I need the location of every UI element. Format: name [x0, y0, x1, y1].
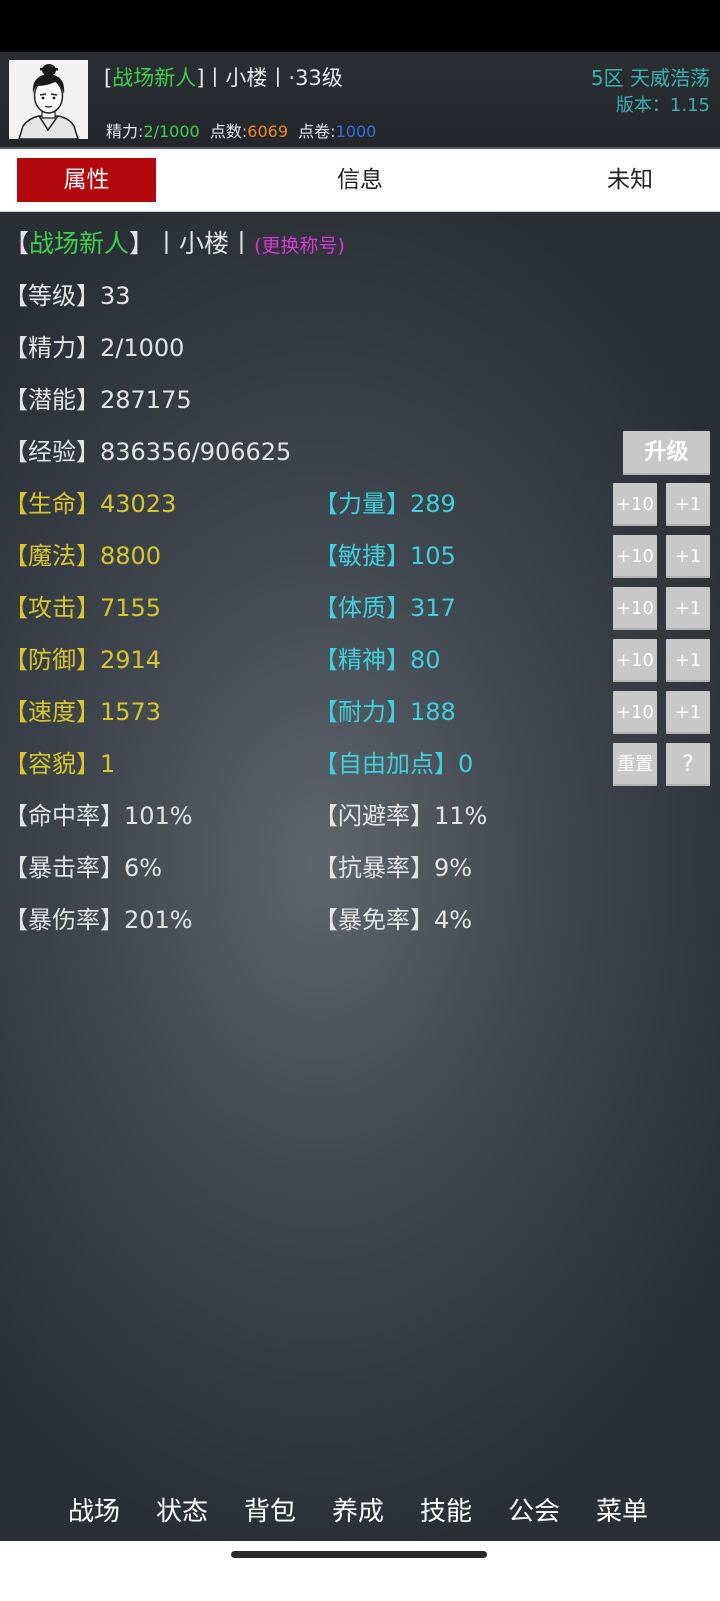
scrolls-label: 点卷: — [298, 122, 336, 141]
upgrade-button[interactable]: 升级 — [623, 431, 710, 475]
stat-spirit: 【精神】80 — [314, 646, 441, 674]
nav-backpack[interactable]: 背包 — [226, 1486, 314, 1538]
avatar[interactable] — [9, 60, 88, 139]
spirit-plus10-button[interactable]: +10 — [613, 639, 657, 682]
stat-constitution: 【体质】317 — [314, 594, 456, 622]
energy-label: 精力: — [106, 122, 144, 141]
energy-value: 2/1000 — [143, 122, 200, 141]
stat-level: 【等级】33 — [4, 282, 131, 310]
title-bracket-close: 】 — [129, 229, 155, 258]
bottom-nav: 战场 状态 背包 养成 技能 公会 菜单 — [0, 1486, 720, 1538]
stat-attack: 【攻击】7155 — [4, 594, 162, 622]
constitution-plus10-button[interactable]: +10 — [613, 587, 657, 630]
character-portrait-icon — [9, 60, 88, 139]
points-value: 6069 — [247, 122, 288, 141]
stat-dodge-rate: 【闪避率】11% — [314, 802, 488, 830]
reset-points-button[interactable]: 重置 — [613, 743, 657, 786]
stat-crit-rate: 【暴击率】6% — [4, 854, 163, 882]
stat-agility: 【敏捷】105 — [314, 542, 456, 570]
strength-plus10-button[interactable]: +10 — [613, 483, 657, 526]
stat-mp: 【魔法】8800 — [4, 542, 162, 570]
agility-plus10-button[interactable]: +10 — [613, 535, 657, 578]
stat-energy: 【精力】2/1000 — [4, 334, 185, 362]
change-title-link[interactable]: (更换称号) — [254, 235, 345, 257]
player-header: [战场新人]丨小楼丨·33级 精力:2/1000 点数:6069 点卷:1000… — [0, 52, 720, 149]
resource-line: 精力:2/1000 点数:6069 点卷:1000 — [106, 118, 376, 142]
current-title: 战场新人 — [29, 229, 130, 258]
stat-hp: 【生命】43023 — [4, 490, 177, 518]
player-title: 战场新人 — [112, 66, 197, 90]
bracket-open: [ — [104, 66, 113, 90]
stat-free-points: 【自由加点】0 — [314, 750, 474, 778]
stat-crit-immune: 【暴免率】4% — [314, 906, 473, 934]
endurance-plus1-button[interactable]: +1 — [666, 691, 710, 734]
help-button[interactable]: ? — [666, 743, 710, 786]
constitution-plus1-button[interactable]: +1 — [666, 587, 710, 630]
nav-skills[interactable]: 技能 — [402, 1486, 490, 1538]
stat-potential: 【潜能】287175 — [4, 386, 192, 414]
system-nav-area — [0, 1541, 720, 1601]
title-bracket-open: 【 — [4, 229, 30, 258]
strength-plus1-button[interactable]: +1 — [666, 483, 710, 526]
agility-plus1-button[interactable]: +1 — [666, 535, 710, 578]
spirit-plus1-button[interactable]: +1 — [666, 639, 710, 682]
status-bar — [0, 0, 720, 52]
scrolls-value: 1000 — [335, 122, 377, 141]
stat-appearance: 【容貌】1 — [4, 750, 116, 778]
stat-strength: 【力量】289 — [314, 490, 456, 518]
title-row: 【战场新人】丨小楼丨(更换称号) — [4, 228, 345, 262]
stat-crit-damage: 【暴伤率】201% — [4, 906, 193, 934]
stat-speed: 【速度】1573 — [4, 698, 162, 726]
player-name-line: [战场新人]丨小楼丨·33级 — [104, 62, 343, 92]
nav-status[interactable]: 状态 — [138, 1486, 226, 1538]
stat-endurance: 【耐力】188 — [314, 698, 456, 726]
tab-bar: 属性 信息 未知 — [0, 149, 720, 212]
nav-menu[interactable]: 菜单 — [578, 1486, 666, 1538]
attributes-panel: 【战场新人】丨小楼丨(更换称号) 【等级】33 【精力】2/1000 【潜能】2… — [0, 212, 720, 1542]
version-label: 版本：1.15 — [615, 95, 710, 116]
stat-defense: 【防御】2914 — [4, 646, 162, 674]
tab-attributes[interactable]: 属性 — [17, 158, 156, 202]
nav-guild[interactable]: 公会 — [490, 1486, 578, 1538]
nav-cultivate[interactable]: 养成 — [314, 1486, 402, 1538]
stat-crit-resist: 【抗暴率】9% — [314, 854, 473, 882]
points-label: 点数: — [209, 122, 248, 141]
home-indicator[interactable] — [231, 1551, 487, 1558]
player-name-level: ]丨小楼丨·33级 — [196, 66, 343, 90]
stat-hit-rate: 【命中率】101% — [4, 802, 193, 830]
endurance-plus10-button[interactable]: +10 — [613, 691, 657, 734]
tab-info[interactable]: 信息 — [290, 158, 430, 202]
stat-exp: 【经验】836356/906625 — [4, 438, 292, 466]
tab-unknown[interactable]: 未知 — [560, 158, 700, 202]
character-name: 丨小楼丨 — [154, 229, 255, 258]
server-name: 5区 天威浩荡 — [590, 66, 710, 90]
nav-battlefield[interactable]: 战场 — [50, 1486, 138, 1538]
